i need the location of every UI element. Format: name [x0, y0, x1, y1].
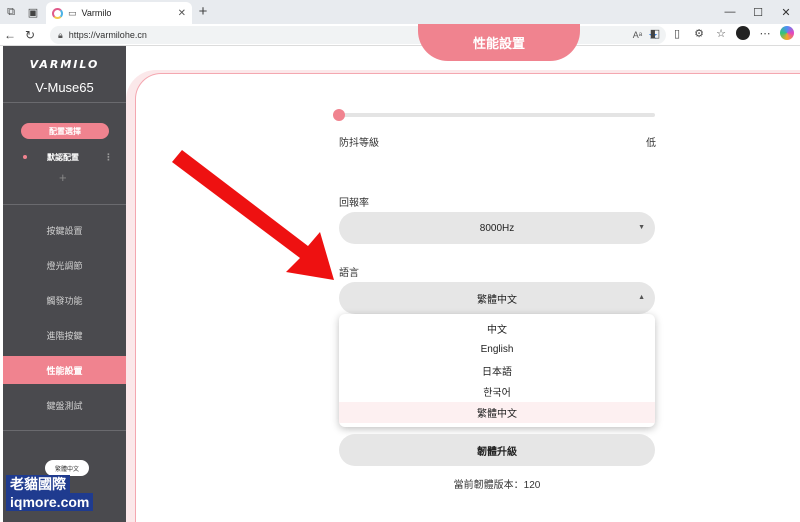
caret-up-icon: ▲	[638, 294, 645, 301]
language-value: 繁體中文	[477, 294, 517, 306]
maximize-icon[interactable]: ☐	[744, 0, 772, 24]
copilot-icon[interactable]	[780, 26, 794, 40]
debounce-value: 低	[646, 138, 656, 149]
firmware-version: 當前韌體版本：120	[453, 480, 541, 491]
watermark: 老貓國際 iqmore.com	[6, 475, 96, 511]
watermark-line2: iqmore.com	[6, 493, 94, 511]
language-label: 語言	[339, 268, 359, 279]
watermark-line1: 老貓國際	[6, 475, 70, 493]
browser-tab-bar: ⧉ ▣ ▭ Varmilo ✕ + — ☐ ✕	[0, 0, 800, 24]
polling-rate-select[interactable]: 8000Hz ▼	[339, 212, 655, 244]
collections-icon[interactable]: ◧	[648, 26, 662, 40]
tab-actions-icon[interactable]: ▣	[22, 1, 44, 23]
language-option[interactable]: 한국어	[339, 381, 655, 402]
back-icon[interactable]: ←	[0, 25, 20, 45]
minimize-icon[interactable]: —	[716, 0, 744, 24]
split-screen-icon: ▭	[68, 7, 77, 18]
language-dropdown: 中文 English 日本語 한국어 繁體中文	[339, 314, 655, 427]
language-select[interactable]: 繁體中文 ▲	[339, 282, 655, 314]
favorites-icon[interactable]: ☆	[714, 26, 728, 40]
polling-rate-value: 8000Hz	[479, 222, 515, 234]
sidebar-divider	[3, 102, 126, 103]
browser-tab[interactable]: ▭ Varmilo ✕	[46, 2, 192, 24]
language-option[interactable]: 中文	[339, 318, 655, 339]
window-controls: — ☐ ✕	[716, 0, 800, 24]
address-toolbar: ← ↻ 🔒︎ https://varmilohe.cn Aᵃ ★ ◧ ▯ ⚙ ☆…	[0, 24, 800, 46]
active-dot-icon	[23, 155, 27, 159]
language-pill[interactable]: 繁體中文	[45, 460, 89, 476]
close-window-icon[interactable]: ✕	[772, 0, 800, 24]
config-select-button[interactable]: 配置選擇	[21, 123, 109, 139]
browser-tools: ◧ ▯ ⚙ ☆ ⋯	[648, 26, 794, 40]
menu-item-advanced-keys[interactable]: 進階按鍵	[3, 321, 126, 349]
more-vertical-icon[interactable]: ⋮	[104, 152, 113, 163]
config-item-default[interactable]: 默認配置 ⋮	[23, 150, 113, 164]
section-title: 性能設置	[418, 24, 580, 61]
firmware-upgrade-button[interactable]: 韌體升級	[339, 434, 655, 466]
language-option[interactable]: 日本語	[339, 360, 655, 381]
read-aloud-icon[interactable]: Aᵃ	[633, 30, 642, 40]
polling-rate-label: 回報率	[339, 198, 369, 209]
sidebar: VARMILO V-Muse65 配置選擇 默認配置 ⋮ + 按鍵設置 燈光調節…	[3, 46, 126, 522]
new-tab-button[interactable]: +	[194, 3, 212, 21]
menu-item-trigger[interactable]: 觸發功能	[3, 286, 126, 314]
lock-icon[interactable]: 🔒︎	[58, 30, 63, 41]
extensions-icon[interactable]: ⚙	[692, 26, 706, 40]
debounce-slider-track[interactable]	[339, 113, 655, 117]
config-item-label: 默認配置	[47, 152, 79, 162]
close-tab-icon[interactable]: ✕	[178, 8, 186, 19]
language-option[interactable]: 繁體中文	[339, 402, 655, 423]
device-model: V-Muse65	[35, 80, 94, 95]
menu-item-key-settings[interactable]: 按鍵設置	[3, 216, 126, 244]
menu-item-performance[interactable]: 性能設置	[3, 356, 126, 384]
tab-title: Varmilo	[81, 8, 112, 18]
profile-avatar[interactable]	[736, 26, 750, 40]
more-menu-icon[interactable]: ⋯	[758, 26, 772, 40]
caret-down-icon: ▼	[638, 224, 645, 231]
sidebar-divider	[3, 430, 126, 431]
varmilo-favicon-icon	[52, 7, 63, 19]
refresh-icon[interactable]: ↻	[20, 25, 40, 45]
brand-logo: VARMILO	[29, 58, 100, 71]
menu-item-lighting[interactable]: 燈光調節	[3, 251, 126, 279]
debounce-slider-thumb[interactable]	[333, 109, 345, 121]
workspaces-icon[interactable]: ⧉	[0, 1, 22, 23]
menu-item-keyboard-test[interactable]: 鍵盤測試	[3, 391, 126, 419]
sidebar-divider	[3, 204, 126, 205]
debounce-label: 防抖等級	[339, 138, 379, 149]
language-option[interactable]: English	[339, 339, 655, 360]
split-view-icon[interactable]: ▯	[670, 26, 684, 40]
add-config-button[interactable]: +	[59, 170, 67, 185]
